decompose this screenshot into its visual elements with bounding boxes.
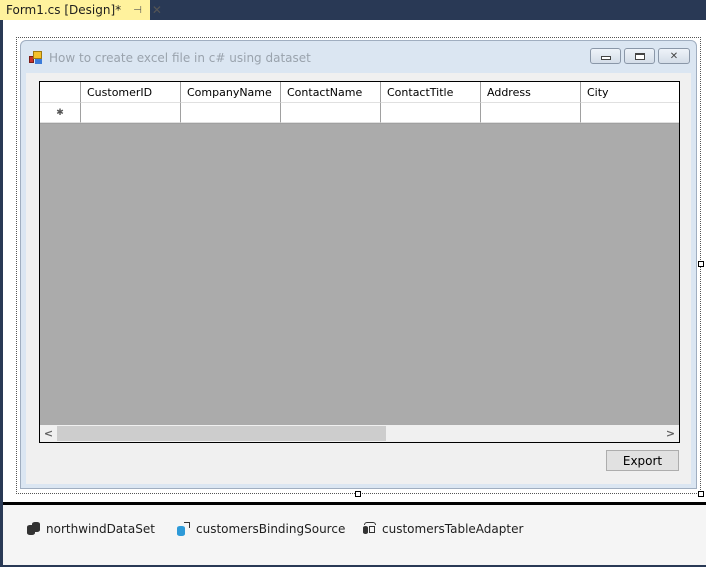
cell-contacttitle[interactable] [381, 103, 481, 123]
document-tab-form1-design[interactable]: Form1.cs [Design]* ⊣ ✕ [0, 0, 162, 20]
column-header-customerid[interactable]: CustomerID [81, 82, 181, 103]
component-label: northwindDataSet [46, 522, 155, 536]
scroll-left-icon[interactable]: < [40, 425, 57, 442]
new-row: ✱ [40, 103, 679, 124]
cell-address[interactable] [481, 103, 581, 123]
form-client-area: CustomerID CompanyName ContactName Conta… [26, 73, 691, 484]
form-app-icon [29, 51, 43, 65]
form-title: How to create excel file in c# using dat… [49, 51, 311, 65]
resize-handle-corner[interactable] [698, 491, 704, 497]
maximize-button[interactable] [624, 48, 655, 64]
document-tab-label: Form1.cs [Design]* [6, 3, 122, 17]
minimize-icon [600, 56, 611, 60]
column-header-companyname[interactable]: CompanyName [181, 82, 281, 103]
close-tab-icon[interactable]: ✕ [152, 3, 162, 17]
form-title-bar: How to create excel file in c# using dat… [29, 49, 311, 67]
table-adapter-icon [363, 522, 377, 536]
cell-customerid[interactable] [81, 103, 181, 123]
close-icon: ✕ [669, 50, 679, 62]
minimize-button[interactable] [590, 48, 621, 64]
form-window[interactable]: How to create excel file in c# using dat… [20, 40, 697, 489]
grid-header-row: CustomerID CompanyName ContactName Conta… [40, 82, 679, 103]
component-customers-table-adapter[interactable]: customersTableAdapter [363, 522, 523, 536]
resize-handle-right[interactable] [698, 261, 704, 267]
component-northwind-dataset[interactable]: northwindDataSet [27, 522, 155, 536]
export-button[interactable]: Export [606, 450, 679, 471]
resize-handle-bottom[interactable] [355, 491, 361, 497]
document-tab-bar: Form1.cs [Design]* ⊣ ✕ [0, 0, 706, 20]
scrollbar-thumb[interactable] [57, 426, 386, 441]
maximize-icon [634, 52, 645, 60]
column-header-contactname[interactable]: ContactName [281, 82, 381, 103]
component-customers-binding-source[interactable]: customersBindingSource [177, 522, 345, 536]
component-label: customersBindingSource [196, 522, 346, 536]
cell-contactname[interactable] [281, 103, 381, 123]
cell-city[interactable] [581, 103, 679, 123]
pin-icon[interactable]: ⊣ [133, 5, 142, 16]
column-header-address[interactable]: Address [481, 82, 581, 103]
horizontal-scrollbar[interactable]: < > [40, 425, 679, 442]
component-tray: northwindDataSet customersBindingSource … [3, 505, 706, 565]
component-label: customersTableAdapter [382, 522, 524, 536]
column-header-city[interactable]: City [581, 82, 679, 103]
data-grid-view[interactable]: CustomerID CompanyName ContactName Conta… [39, 81, 680, 443]
close-button[interactable]: ✕ [658, 48, 690, 64]
column-header-contacttitle[interactable]: ContactTitle [381, 82, 481, 103]
dataset-icon [27, 522, 41, 536]
row-header-new[interactable]: ✱ [40, 103, 81, 123]
scroll-right-icon[interactable]: > [662, 425, 679, 442]
row-header-corner[interactable] [40, 82, 81, 103]
new-row-icon: ✱ [56, 107, 64, 118]
binding-source-icon [177, 522, 191, 536]
cell-companyname[interactable] [181, 103, 281, 123]
